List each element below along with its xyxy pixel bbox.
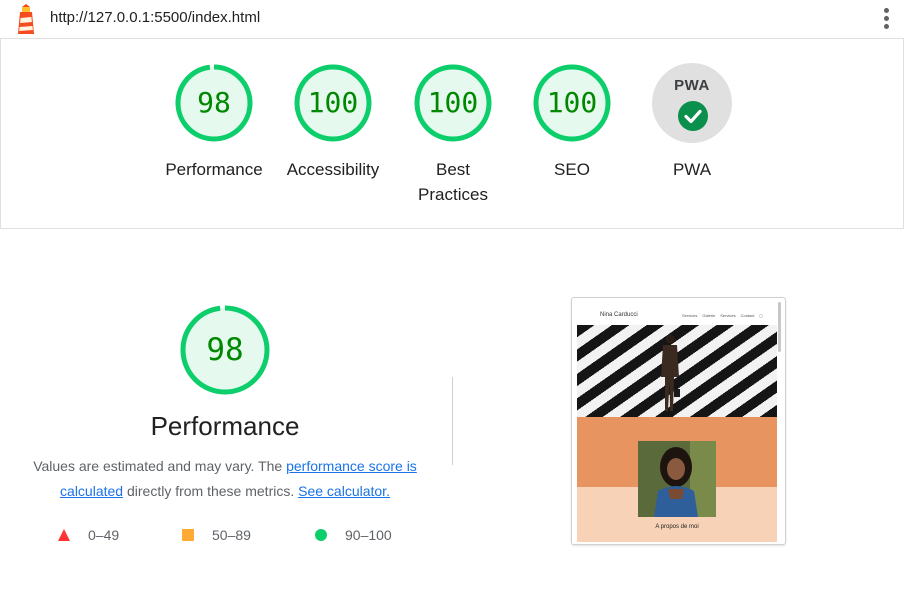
score-value: 98 [197,86,231,119]
performance-score: 98 [206,332,244,368]
gauge-label: Accessibility [286,160,380,179]
gauge-accessibility[interactable]: 100 Accessibility [278,63,388,182]
gauge-label: Performance [165,160,263,179]
circle-icon [315,529,327,541]
thumb-hero-image [577,325,777,417]
gauge-performance[interactable]: 98 Performance [159,63,269,182]
report-url[interactable]: http://127.0.0.1:5500/index.html [50,9,260,26]
square-icon [182,529,194,541]
legend-range: 90–100 [345,527,392,543]
scores-header: 98 Performance 100 Accessibility 100 Bes… [0,39,904,229]
gauge-label: SEO [554,160,590,179]
gauge-pwa[interactable]: PWA PWA [637,63,747,182]
pwa-badge: PWA [652,63,732,143]
score-value: 100 [427,86,479,119]
thumb-nav-item: Services [682,313,698,318]
thumb-section-title: A propos de moi [655,524,699,530]
person-silhouette [661,334,680,411]
report-topbar: http://127.0.0.1:5500/index.html [0,0,904,39]
lighthouse-icon [18,4,34,34]
thumb-nav: Services Galerie Services Contact ◻ [682,313,768,318]
gauge-seo[interactable]: 100 SEO [517,63,627,182]
check-icon [678,101,708,131]
instagram-icon: ◻ [759,313,763,318]
gauge-label: Best Practices [418,160,488,204]
thumb-site-name: Nina Carducci [600,312,638,318]
legend-range: 50–89 [212,527,251,543]
thumb-nav-item: Galerie [702,313,716,318]
thumb-nav-item: Contact [740,313,755,318]
score-value: 100 [307,86,359,119]
performance-gauge: 98 [179,304,271,396]
thumb-portrait [638,441,716,517]
triangle-icon [58,529,70,541]
pwa-badge-text: PWA [674,77,710,94]
section-divider [452,377,453,465]
final-screenshot[interactable]: Nina Carducci Services Galerie Services Con… [571,297,786,545]
performance-description: Values are estimated and may vary. The p… [22,454,428,504]
more-vert-icon[interactable] [880,8,892,30]
gauge-best-practices[interactable]: 100 Best Practices [398,63,508,207]
legend-range: 0–49 [88,527,120,543]
gauge-label: PWA [672,160,712,179]
description-text: Values are estimated and may vary. The [33,458,287,474]
calculator-link[interactable]: See calculator. [298,483,390,499]
description-text: directly from these metrics. [123,483,299,499]
thumb-scrollbar [778,302,781,352]
score-value: 100 [546,86,598,119]
performance-title: Performance [150,411,300,441]
thumb-nav-item: Services [720,313,736,318]
